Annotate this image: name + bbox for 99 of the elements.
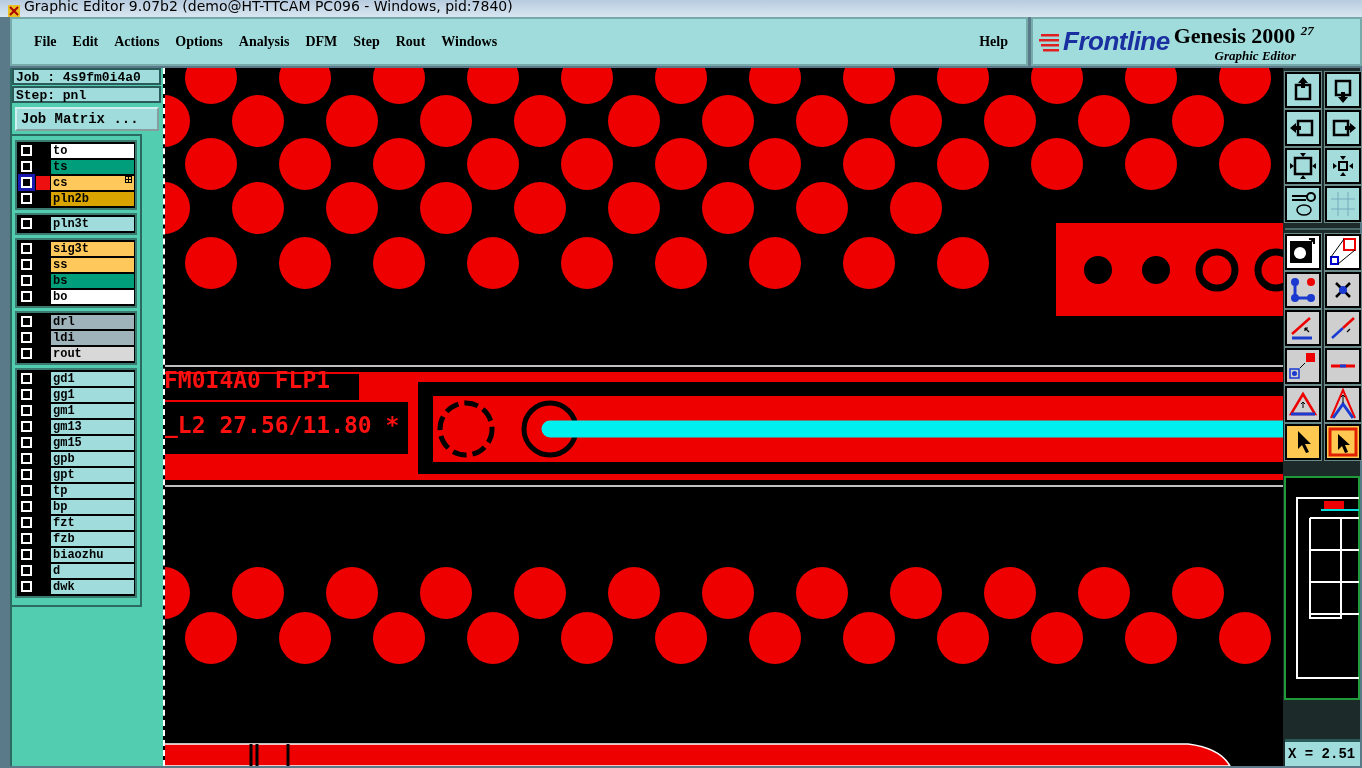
layer-name[interactable]: tp [51,484,134,498]
layer-checkbox[interactable] [20,468,32,480]
layer-name[interactable]: gm15 [51,436,134,450]
tool-button[interactable] [1325,348,1361,384]
tool-button[interactable] [1285,148,1321,184]
job-matrix-button[interactable]: Job Matrix ... [15,107,159,131]
layer-checkbox[interactable] [20,290,32,302]
product-subtitle: Graphic Editor [1214,48,1296,64]
layer-name[interactable]: gm13 [51,420,134,434]
layer-name[interactable]: ss [51,258,134,272]
menu-item[interactable]: Windows [433,30,506,53]
layer-name[interactable]: fzt [51,516,134,530]
layer-name[interactable]: dwk [51,580,134,594]
layer-checkbox[interactable] [20,176,32,188]
menu-item[interactable]: Options [167,30,231,53]
menu-item[interactable]: DFM [297,30,346,53]
step-label: Step: pnl [12,86,161,103]
layer-name[interactable]: rout [51,347,134,361]
canvas-label: FM0I4A0 FLP1 [165,367,331,393]
layer-checkbox[interactable] [20,516,32,528]
tool-button[interactable] [1325,310,1361,346]
layer-checkbox[interactable] [20,192,32,204]
product-name: Genesis 2000 $^{27}$ [1173,21,1314,49]
tool-button[interactable] [1325,272,1361,308]
menu-item[interactable]: File [26,30,65,53]
layer-checkbox[interactable] [20,258,32,270]
tool-button[interactable] [1285,386,1321,422]
layer-name[interactable]: to [51,144,134,158]
layer-checkbox[interactable] [20,452,32,464]
layer-name[interactable]: ldi [51,331,134,345]
layer-checkbox[interactable] [20,484,32,496]
peak-icon [1327,388,1359,420]
tool-button[interactable] [1325,72,1361,108]
layer-name[interactable]: bs [51,274,134,288]
layer-name[interactable]: sig3t [51,242,134,256]
layer-name[interactable]: gpb [51,452,134,466]
layer-checkbox[interactable] [20,160,32,172]
brand-logo: Frontline [1063,26,1170,57]
menu-item[interactable]: Step [345,30,388,53]
layer-name[interactable]: d [51,564,134,578]
layer-checkbox[interactable] [20,420,32,432]
layer-checkbox[interactable] [20,404,32,416]
pointer-box-icon [1327,426,1359,458]
tool-button[interactable] [1325,386,1361,422]
area-icon [1327,236,1359,268]
layer-checkbox[interactable] [20,347,32,359]
tool-button[interactable] [1285,186,1321,222]
tool-button[interactable] [1325,186,1361,222]
tool-button[interactable] [1285,348,1321,384]
layer-name[interactable]: pln3t [51,217,134,231]
app-icon [8,5,20,17]
layer-checkbox[interactable] [20,217,32,229]
tool-button[interactable] [1325,234,1361,270]
tool-button[interactable] [1285,272,1321,308]
tool-button[interactable] [1285,110,1321,146]
layer-name[interactable]: gm1 [51,404,134,418]
tool-button[interactable] [1285,72,1321,108]
layer-name[interactable]: drl [51,315,134,329]
layer-checkbox[interactable] [20,274,32,286]
tool-button[interactable] [1285,234,1321,270]
layer-name[interactable]: fzb [51,532,134,546]
layer-checkbox[interactable] [20,144,32,156]
layer-checkbox[interactable] [20,315,32,327]
menu-item[interactable]: Analysis [230,30,298,53]
layer-name[interactable]: gd1 [51,372,134,386]
layer-checkbox[interactable] [20,436,32,448]
layer-name[interactable]: gpt [51,468,134,482]
layer-checkbox[interactable] [20,580,32,592]
layer-name[interactable]: bp [51,500,134,514]
segment-icon [1331,364,1355,368]
expand-icon [125,176,132,183]
layer-name[interactable]: pln2b [51,192,134,206]
tool-button[interactable] [1285,424,1321,460]
layer-checkbox[interactable] [20,500,32,512]
help-menu[interactable]: Help [971,30,1016,53]
menu-item[interactable]: Edit [64,30,107,53]
active-layer-marker [36,176,50,190]
layer-name[interactable]: ts [51,160,134,174]
layer-name[interactable]: cs [51,176,134,190]
layer-checkbox[interactable] [20,331,32,343]
tool-button[interactable] [1285,310,1321,346]
layer-name[interactable]: gg1 [51,388,134,402]
coordinate-readout: X = 2.51 [1285,739,1360,766]
window-title: Graphic Editor 9.07b2 (demo@HT-TTCAM PC096 - Windows, pid:7840) [24,0,513,14]
job-label: Job : 4s9fm0i4a0 [12,68,161,85]
menu-item[interactable]: Actions [106,30,168,53]
tool-button[interactable] [1325,110,1361,146]
layer-name[interactable]: bo [51,290,134,304]
layer-checkbox[interactable] [20,564,32,576]
layer-checkbox[interactable] [20,532,32,544]
layer-checkbox[interactable] [20,548,32,560]
layer-checkbox[interactable] [20,242,32,254]
tool-button[interactable] [1325,148,1361,184]
menu-item[interactable]: Rout [387,30,434,53]
layer-checkbox[interactable] [20,372,32,384]
zoom-out-icon [1287,150,1319,182]
layer-name[interactable]: biaozhu [51,548,134,562]
layer-checkbox[interactable] [20,388,32,400]
tool-button[interactable] [1325,424,1361,460]
